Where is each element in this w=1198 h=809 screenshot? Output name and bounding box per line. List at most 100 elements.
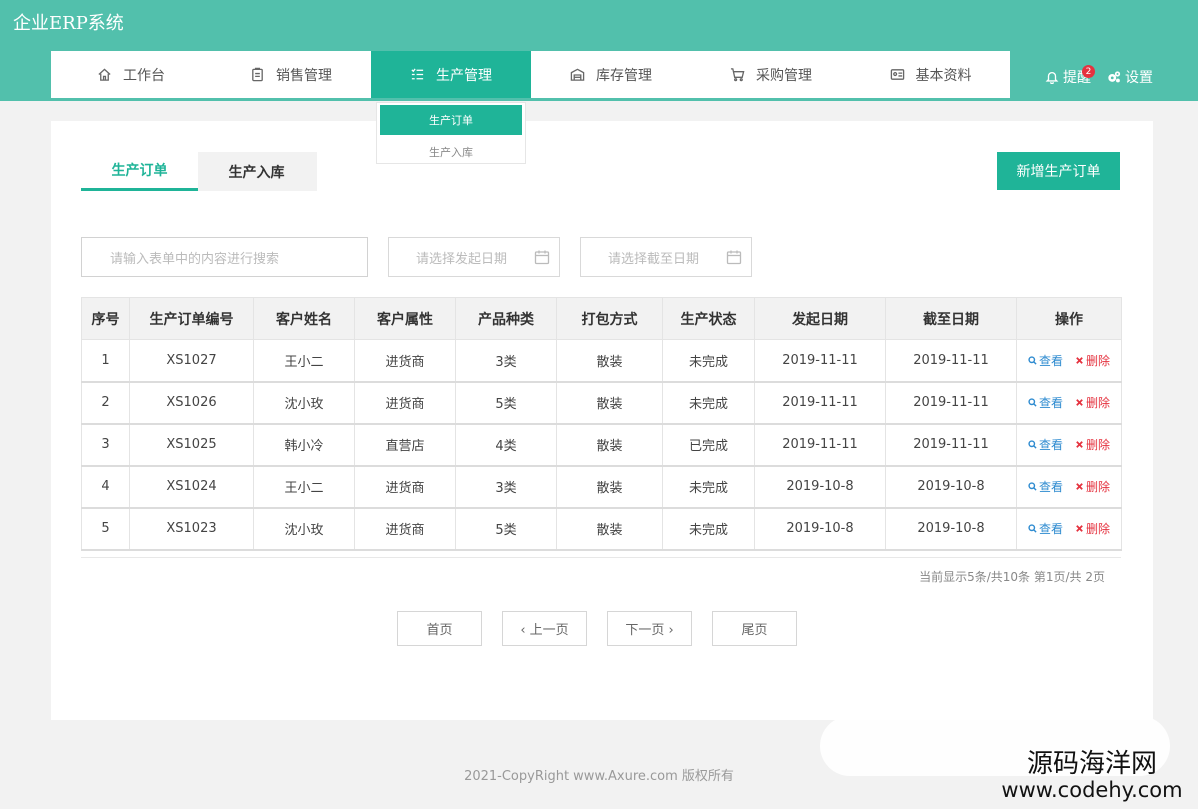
nav-label: 销售管理	[276, 67, 332, 84]
table-row: 1 XS1027 王小二 进货商 3类 散装 未完成 2019-11-11 2019-11-11…	[81, 339, 1122, 383]
table-cell: 3	[81, 423, 130, 467]
view-button[interactable]: 查看	[1028, 520, 1063, 537]
nav-label: 生产管理	[436, 67, 492, 84]
column-header: 生产订单编号	[129, 297, 254, 340]
first-page-button[interactable]: 首页	[397, 611, 482, 646]
delete-button[interactable]: 删除	[1075, 394, 1110, 411]
table-cell: XS1025	[129, 423, 254, 467]
table-cell: 散装	[556, 465, 663, 509]
nav-label: 基本资料	[915, 67, 972, 84]
row-actions: 查看 删除	[1016, 381, 1122, 425]
view-button[interactable]: 查看	[1028, 478, 1063, 495]
cart-icon	[730, 67, 745, 82]
table-row: 3 XS1025 韩小冷 直营店 4类 散装 已完成 2019-11-11 2019-11-11…	[81, 423, 1122, 467]
table-cell: 5类	[455, 381, 557, 425]
nav-item-inventory[interactable]: 库存管理	[531, 51, 691, 98]
clipboard-icon	[250, 67, 265, 82]
delete-label: 删除	[1086, 522, 1111, 536]
nav-item-purchase[interactable]: 采购管理	[691, 51, 851, 98]
table-row: 4 XS1024 王小二 进货商 3类 散装 未完成 2019-10-8 2019-10-8 查看…	[81, 465, 1122, 509]
table-cell: 未完成	[662, 381, 755, 425]
nav-item-sales[interactable]: 销售管理	[211, 51, 371, 98]
production-dropdown-menu: 生产订单 生产入库	[376, 102, 526, 164]
next-page-button[interactable]: 下一页 ›	[607, 611, 692, 646]
nav-item-basic-data[interactable]: 基本资料	[851, 51, 1010, 98]
table-cell: 2019-10-8	[754, 507, 886, 551]
close-icon	[1075, 440, 1084, 449]
table-cell: 2019-11-11	[885, 423, 1017, 467]
view-label: 查看	[1038, 522, 1063, 536]
table-cell: 进货商	[354, 507, 456, 551]
view-button[interactable]: 查看	[1028, 394, 1063, 411]
column-header: 客户姓名	[253, 297, 355, 340]
table-cell: 5	[81, 507, 130, 551]
delete-button[interactable]: 删除	[1075, 352, 1110, 369]
table-cell: 5类	[455, 507, 557, 551]
column-header: 客户属性	[354, 297, 456, 340]
delete-button[interactable]: 删除	[1075, 520, 1110, 537]
id-card-icon	[890, 67, 905, 82]
nav-label: 库存管理	[596, 67, 652, 84]
delete-label: 删除	[1086, 353, 1111, 368]
close-icon	[1075, 356, 1084, 365]
delete-button[interactable]: 删除	[1075, 478, 1110, 495]
page-info: 当前显示5条/共10条 第1页/共 2页	[919, 570, 1105, 584]
search-input[interactable]: 请输入表单中的内容进行搜索	[81, 237, 368, 277]
tab-production-order[interactable]: 生产订单	[81, 152, 198, 191]
column-header: 截至日期	[885, 297, 1017, 340]
table-cell: 直营店	[354, 423, 456, 467]
settings-button[interactable]: 设置	[1107, 67, 1153, 87]
table-cell: 王小二	[253, 465, 355, 509]
delete-label: 删除	[1086, 480, 1111, 494]
dropdown-item-production-storage[interactable]: 生产入库	[380, 137, 522, 167]
tab-production-storage[interactable]: 生产入库	[198, 152, 315, 191]
settings-label: 设置	[1125, 70, 1153, 86]
nav-item-workbench[interactable]: 工作台	[51, 51, 211, 98]
start-date-picker[interactable]: 请选择发起日期	[388, 237, 560, 277]
table-cell: 沈小玫	[253, 507, 355, 551]
table-cell: 王小二	[253, 339, 355, 383]
notification-badge: 2	[1082, 65, 1095, 78]
table-cell: 3类	[455, 339, 557, 383]
table-cell: 散装	[556, 507, 663, 551]
view-button[interactable]: 查看	[1028, 352, 1063, 369]
view-button[interactable]: 查看	[1028, 436, 1063, 453]
calendar-icon	[534, 249, 550, 265]
nav-label: 采购管理	[756, 67, 812, 84]
bell-icon	[1045, 70, 1059, 84]
prev-page-button[interactable]: ‹ 上一页	[502, 611, 587, 646]
search-icon	[1028, 482, 1037, 491]
search-icon	[1028, 524, 1037, 533]
start-date-placeholder: 请选择发起日期	[416, 251, 508, 267]
column-header: 操作	[1016, 297, 1122, 340]
table-cell: 2019-11-11	[885, 381, 1017, 425]
table-cell: 散装	[556, 339, 663, 383]
delete-button[interactable]: 删除	[1075, 436, 1110, 453]
last-page-button[interactable]: 尾页	[712, 611, 797, 646]
table-cell: 进货商	[354, 339, 456, 383]
production-order-table: 序号 生产订单编号 客户姓名 客户属性 产品种类 打包方式 生产状态 发起日期 …	[81, 297, 1122, 551]
end-date-picker[interactable]: 请选择截至日期	[580, 237, 752, 277]
remind-button[interactable]: 提醒 2	[1045, 65, 1095, 87]
search-icon	[1028, 440, 1037, 449]
watermark: 源码海洋网 www.codehy.com	[992, 751, 1192, 801]
row-actions: 查看 删除	[1016, 423, 1122, 467]
watermark-line1: 源码海洋网	[1026, 749, 1157, 779]
table-cell: XS1023	[129, 507, 254, 551]
search-icon	[1028, 398, 1037, 407]
dropdown-item-production-order[interactable]: 生产订单	[380, 105, 522, 135]
nav-label: 工作台	[123, 67, 165, 84]
watermark-line2: www.codehy.com	[1001, 778, 1183, 802]
table-cell: 散装	[556, 381, 663, 425]
delete-label: 删除	[1086, 396, 1111, 410]
table-header-row: 序号 生产订单编号 客户姓名 客户属性 产品种类 打包方式 生产状态 发起日期 …	[81, 297, 1122, 340]
add-production-order-button[interactable]: 新增生产订单	[997, 152, 1120, 190]
table-cell: 3类	[455, 465, 557, 509]
nav-item-production[interactable]: 生产管理	[371, 51, 531, 98]
table-cell: 已完成	[662, 423, 755, 467]
column-header: 产品种类	[455, 297, 557, 340]
table-cell: 进货商	[354, 381, 456, 425]
table-cell: 韩小冷	[253, 423, 355, 467]
table-cell: 未完成	[662, 507, 755, 551]
content-panel: 生产订单 生产入库 新增生产订单 请输入表单中的内容进行搜索 请选择发起日期 请…	[51, 121, 1153, 720]
